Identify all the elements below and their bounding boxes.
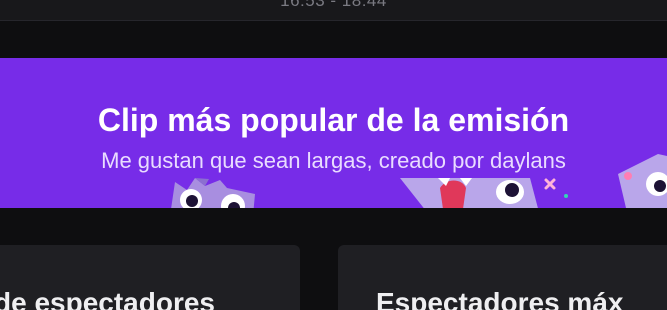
top-clip-heading: Clip más popular de la emisión bbox=[97, 102, 570, 138]
mascot-left-illustration bbox=[171, 178, 255, 208]
stat-card-viewers: de espectadores bbox=[0, 245, 300, 310]
stat-card-peak-viewers: Espectadores máx bbox=[338, 245, 667, 310]
stat-card-title: de espectadores bbox=[0, 287, 215, 310]
stream-time-range: 16:53 - 18:44 bbox=[280, 0, 387, 10]
stream-summary-page: 16:53 - 18:44 Clip más popular de la emi… bbox=[0, 0, 667, 310]
top-clip-subtitle: Me gustan que sean largas, creado por da… bbox=[101, 148, 566, 173]
sparkle-decoration bbox=[544, 178, 568, 198]
stream-time-bar: 16:53 - 18:44 bbox=[0, 0, 667, 21]
mascot-center-illustration bbox=[400, 178, 538, 208]
stat-card-title: Espectadores máx bbox=[376, 287, 624, 310]
top-clip-banner[interactable]: Clip más popular de la emisión Me gustan… bbox=[0, 58, 667, 208]
